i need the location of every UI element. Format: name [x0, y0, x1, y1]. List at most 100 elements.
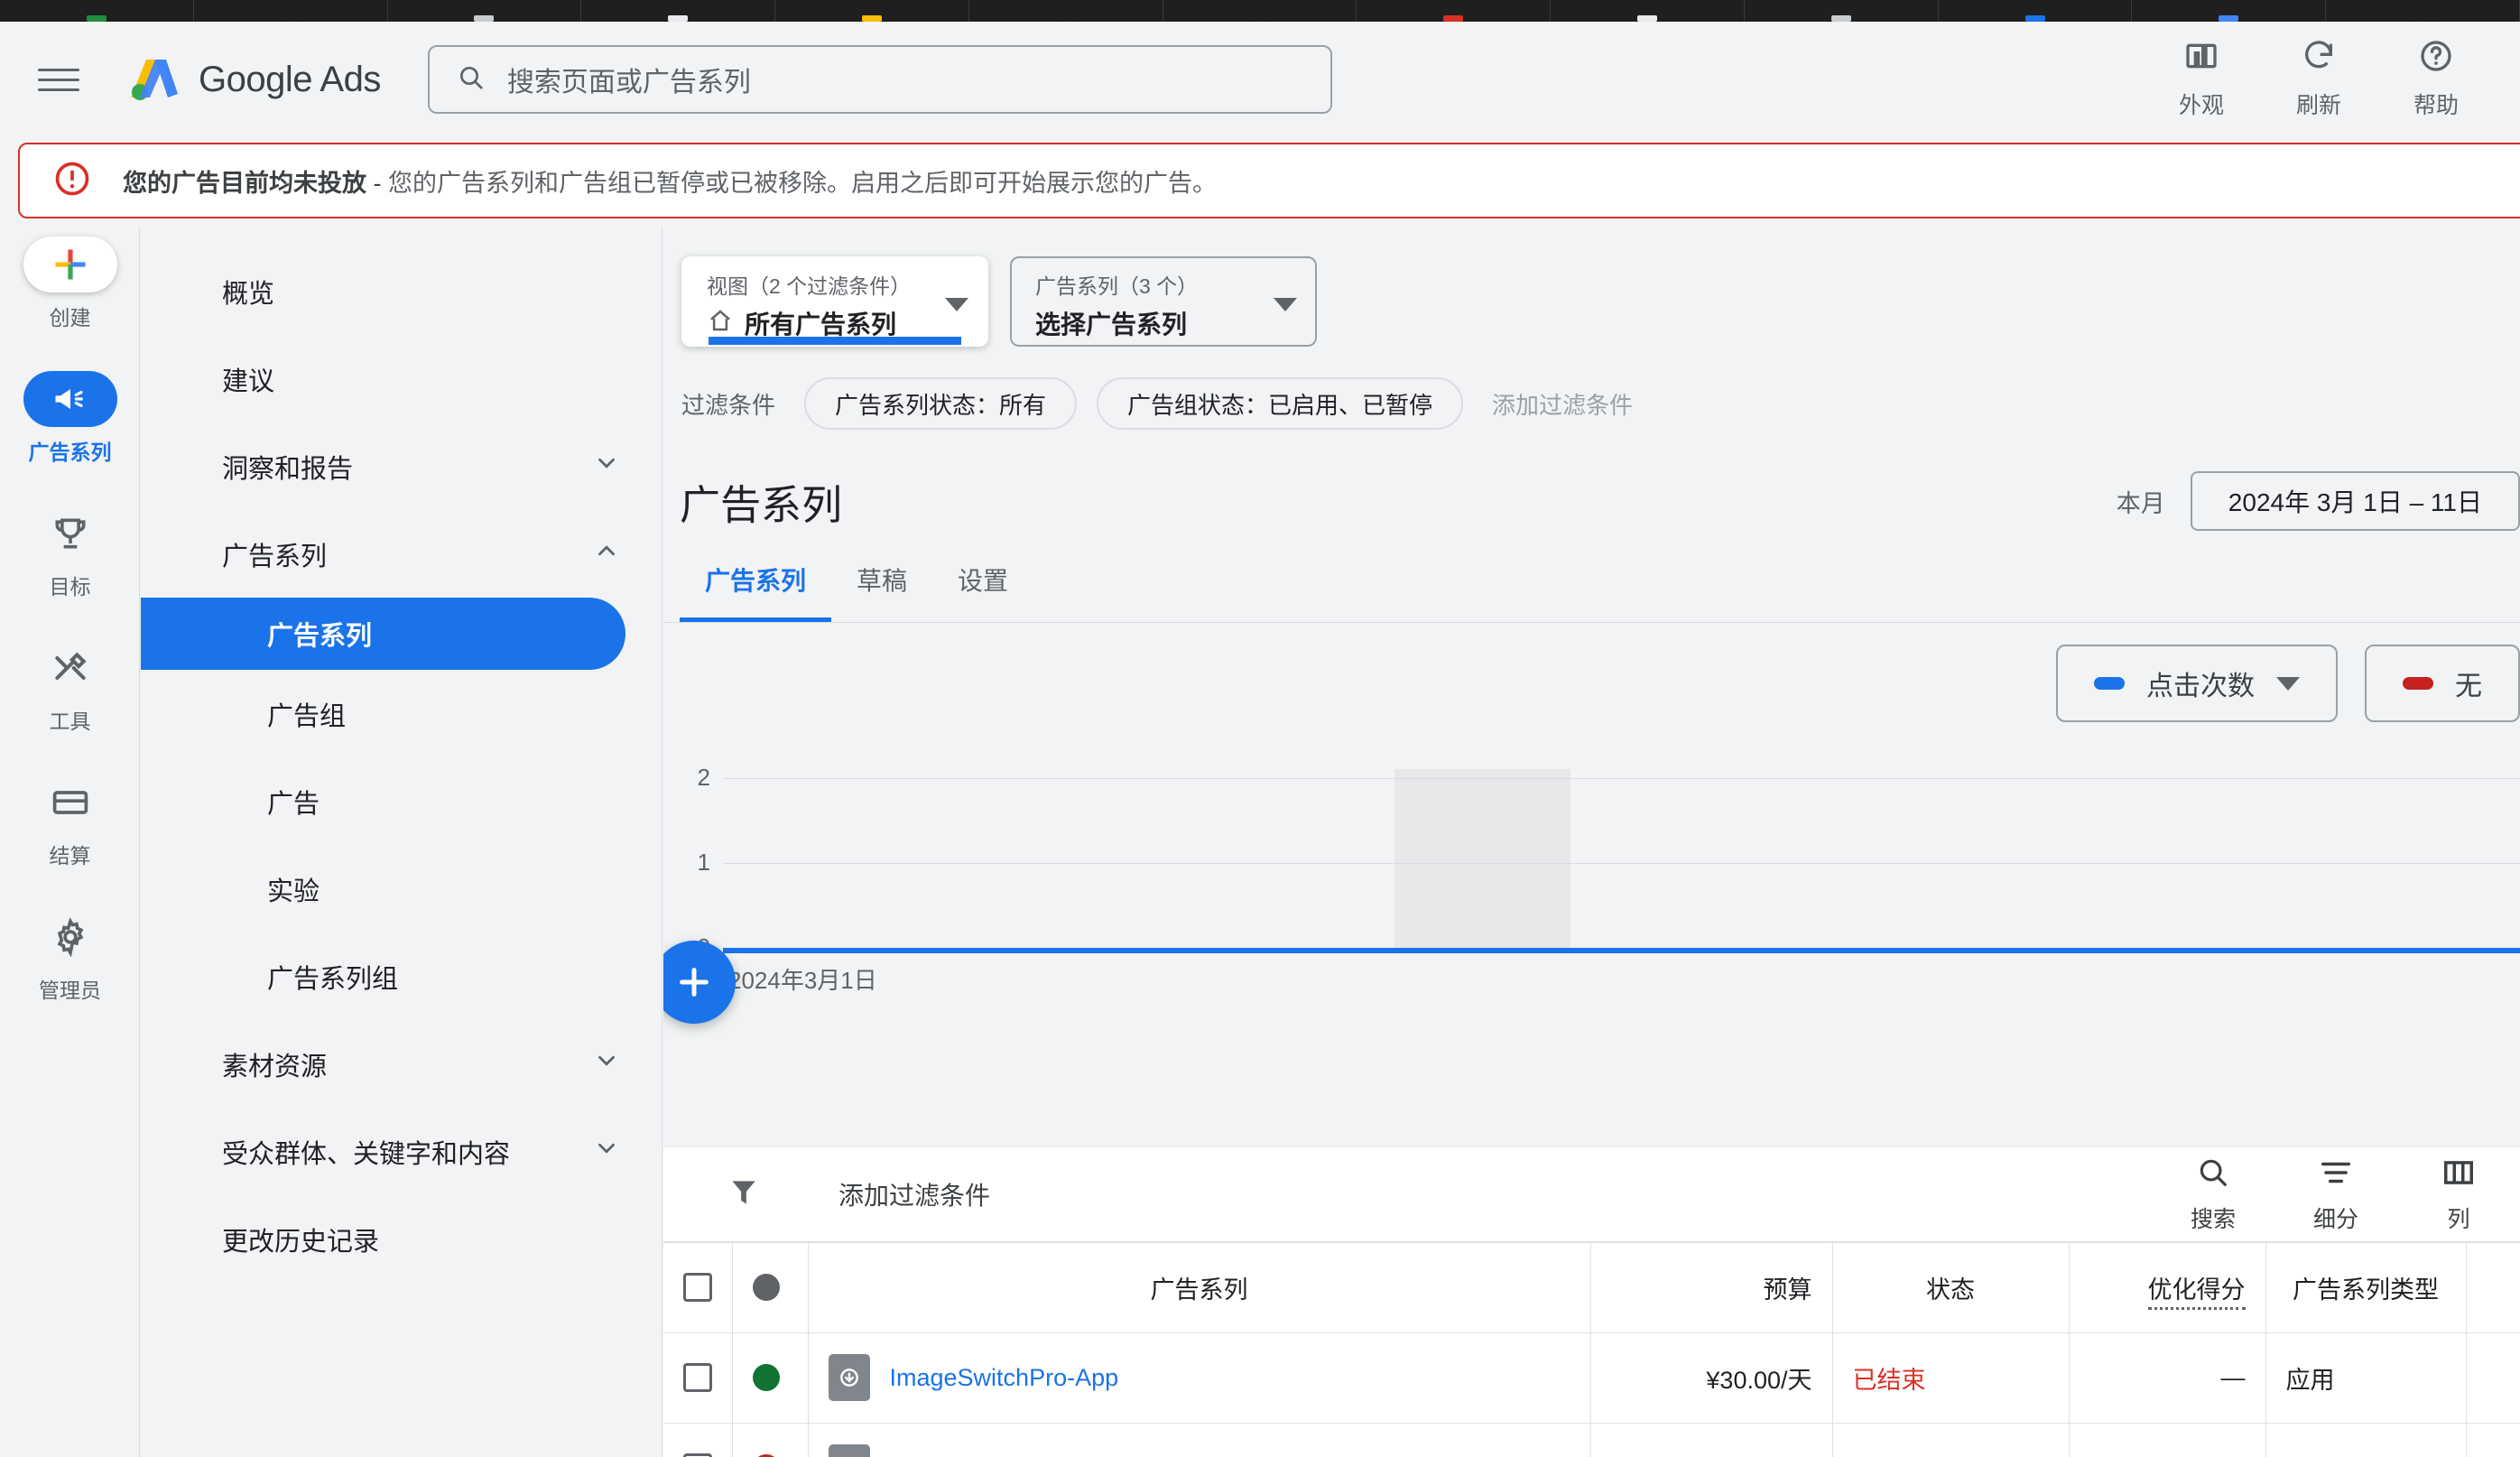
- taskbar-item[interactable]: [1551, 0, 1745, 22]
- segment-icon: [2319, 1155, 2353, 1194]
- budget-cell[interactable]: ¥30.00/天: [1590, 1332, 1833, 1423]
- google-ads-logo-icon: [128, 54, 181, 105]
- taskbar-item[interactable]: [1163, 0, 1357, 22]
- nav-item-label: 广告系列: [222, 542, 328, 571]
- menu-icon[interactable]: [38, 59, 79, 100]
- appearance-button[interactable]: 外观: [2143, 38, 2260, 120]
- campaign-type-cell: 应用: [2265, 1332, 2467, 1423]
- taskbar-item[interactable]: [1745, 0, 1939, 22]
- row-checkbox[interactable]: [683, 1363, 712, 1392]
- campaign-link[interactable]: ImageSwitchPro-App: [890, 1364, 1119, 1392]
- taskbar-item[interactable]: [1357, 0, 1552, 22]
- metric-selector-none[interactable]: 无: [2365, 645, 2520, 722]
- appearance-label: 外观: [2178, 93, 2224, 118]
- alert-text: 您的广告目前均未投放 - 您的广告系列和广告组已暂停或已被移除。启用之后即可开始…: [123, 163, 1217, 199]
- rail-item-1[interactable]: 广告系列: [0, 371, 140, 466]
- taskbar-item[interactable]: [2326, 0, 2520, 22]
- table-row[interactable]: ImageSwitchPro-App ¥30.00/天 已结束 — 应用: [663, 1332, 2520, 1423]
- rail-item-label: 工具: [49, 710, 91, 733]
- selector-caption: 广告系列（3 个）: [1035, 274, 1199, 298]
- status-cell: 已结束: [1832, 1332, 2070, 1423]
- add-filter-link[interactable]: 添加过滤条件: [1492, 387, 1633, 421]
- nav-item-9[interactable]: 素材资源: [141, 1020, 662, 1108]
- budget-cell[interactable]: ¥20.00/天: [1590, 1422, 1833, 1457]
- rail-item-0[interactable]: 创建: [0, 237, 140, 331]
- page-tabs: 广告系列 草稿 设置: [663, 531, 2520, 623]
- tab-2[interactable]: 设置: [932, 561, 1033, 622]
- appearance-icon: [2183, 38, 2219, 79]
- score-column-header[interactable]: 优化得分: [2069, 1241, 2266, 1332]
- table-body: ImageSwitchPro-App ¥30.00/天已结束 —应用 ✕ jpg_png…: [663, 1332, 2520, 1457]
- taskbar-item[interactable]: [0, 0, 194, 22]
- search-icon: [2196, 1155, 2230, 1194]
- taskbar-item-icon: [2219, 15, 2239, 22]
- table-add-filter[interactable]: 添加过滤条件: [838, 1176, 990, 1212]
- performance-chart: 点击次数 无 2 1 0 2024年3月1日: [663, 623, 2520, 1024]
- table-segment-button[interactable]: 细分: [2274, 1155, 2397, 1234]
- refresh-button[interactable]: 刷新: [2260, 38, 2377, 120]
- nav-item-8[interactable]: 广告系列组: [141, 933, 662, 1020]
- date-range-picker[interactable]: 2024年 3月 1日 – 11日: [2190, 471, 2520, 531]
- tab-1[interactable]: 草稿: [831, 561, 932, 622]
- nav-item-label: 广告系列组: [267, 964, 399, 994]
- table-toolbar: 添加过滤条件 搜索 细分 列: [663, 1147, 2520, 1241]
- nav-item-7[interactable]: 实验: [141, 845, 662, 933]
- help-button[interactable]: 帮助: [2377, 38, 2495, 120]
- row-select-cell: [663, 1422, 733, 1457]
- table-segment-label: 细分: [2312, 1206, 2358, 1232]
- rail-item-label: 管理员: [39, 979, 101, 1002]
- chevron-down-icon: [593, 1135, 620, 1169]
- table-search-button[interactable]: 搜索: [2152, 1155, 2274, 1234]
- rail-item-2[interactable]: 目标: [0, 506, 140, 600]
- nav-item-label: 受众群体、关键字和内容: [222, 1139, 511, 1169]
- taskbar-item[interactable]: [2132, 0, 2327, 22]
- taskbar-item[interactable]: [969, 0, 1163, 22]
- rail-item-label: 目标: [49, 575, 91, 599]
- rail-item-3[interactable]: 工具: [0, 640, 140, 735]
- taskbar-item-icon: [1055, 15, 1076, 22]
- type-column-header[interactable]: 广告系列类型: [2265, 1241, 2467, 1332]
- table-columns-button[interactable]: 列: [2397, 1155, 2520, 1234]
- metric-label: 无: [2455, 672, 2482, 701]
- search-input[interactable]: 搜索页面或广告系列: [427, 45, 1332, 114]
- taskbar-item-icon: [2024, 15, 2045, 22]
- rail-item-4[interactable]: 结算: [0, 775, 140, 869]
- filter-chip-campaign-status[interactable]: 广告系列状态：所有: [804, 377, 1078, 430]
- campaign-link[interactable]: jpg_png_mobile: [890, 1454, 1062, 1457]
- taskbar-item[interactable]: [775, 0, 969, 22]
- nav-item-5[interactable]: 广告组: [141, 670, 662, 757]
- nav-item-11[interactable]: 更改历史记录: [141, 1195, 662, 1283]
- status-dot-header: [732, 1241, 809, 1332]
- nav-item-10[interactable]: 受众群体、关键字和内容: [141, 1108, 662, 1195]
- funnel-icon[interactable]: [727, 1175, 761, 1214]
- metric-selector-clicks[interactable]: 点击次数: [2056, 645, 2338, 722]
- view-selector[interactable]: 视图（2 个过滤条件） 所有广告系列: [681, 256, 988, 347]
- rail-item-5[interactable]: 管理员: [0, 909, 140, 1004]
- taskbar-item[interactable]: [581, 0, 776, 22]
- nav-item-label: 素材资源: [222, 1052, 328, 1081]
- select-all-checkbox[interactable]: [683, 1273, 712, 1303]
- filter-chip-adgroup-status[interactable]: 广告组状态：已启用、已暂停: [1097, 377, 1464, 430]
- nav-item-1[interactable]: 建议: [141, 335, 662, 422]
- taskbar-item[interactable]: [1939, 0, 2133, 22]
- chart-series-clicks-line: [723, 948, 2520, 953]
- taskbar-item[interactable]: [388, 0, 582, 22]
- tab-0[interactable]: 广告系列: [680, 561, 832, 622]
- brand: Google Ads: [128, 54, 381, 105]
- columns-icon: [2441, 1155, 2476, 1194]
- campaign-column-header[interactable]: 广告系列: [808, 1241, 1591, 1332]
- campaign-selector[interactable]: 广告系列（3 个） 选择广告系列: [1010, 256, 1317, 347]
- taskbar-item[interactable]: [194, 0, 388, 22]
- table-row[interactable]: ✕ jpg_png_mobile ¥20.00/天已移除—搜索: [663, 1422, 2520, 1457]
- taskbar-item-icon: [2413, 15, 2433, 22]
- row-checkbox[interactable]: [683, 1453, 712, 1457]
- nav-item-3[interactable]: 广告系列: [141, 510, 662, 598]
- nav-item-2[interactable]: 洞察和报告: [141, 422, 662, 510]
- chevron-down-icon: [593, 450, 620, 484]
- nav-item-0[interactable]: 概览: [141, 247, 662, 335]
- status-column-header[interactable]: 状态: [1832, 1241, 2070, 1332]
- nav-item-6[interactable]: 广告: [141, 757, 662, 845]
- budget-column-header[interactable]: 预算: [1590, 1241, 1833, 1332]
- nav-item-4[interactable]: 广告系列: [141, 598, 625, 670]
- taskbar-item-icon: [280, 15, 301, 22]
